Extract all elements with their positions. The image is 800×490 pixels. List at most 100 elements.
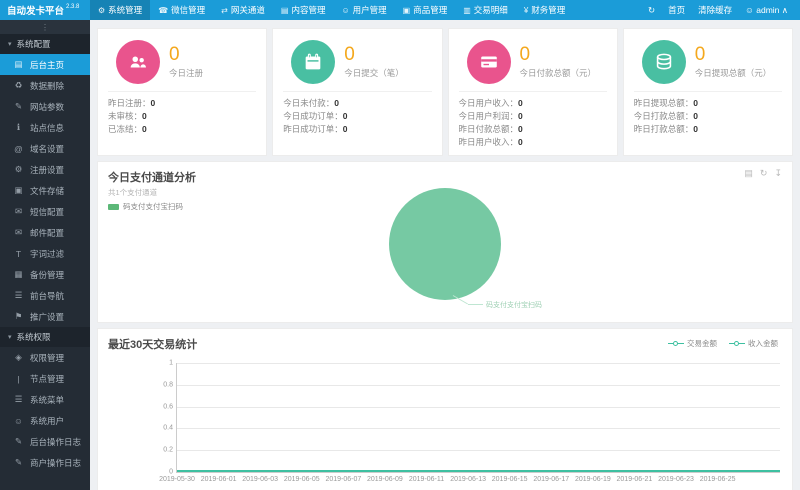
x-tick: 2019-06-17 [533, 476, 570, 483]
sidebar-item-system-menu[interactable]: ☰ 系统菜单 [0, 389, 90, 410]
sidebar-item-register-settings[interactable]: ⚙ 注册设置 [0, 159, 90, 180]
gridline [177, 450, 780, 452]
home-link[interactable]: 首页 [668, 4, 685, 16]
nav-label: 系统管理 [108, 5, 143, 15]
sidebar-item-label: 文件存储 [30, 185, 65, 196]
sidebar-item-promotion[interactable]: ⚑ 推广设置 [0, 306, 90, 327]
sidebar-item-dashboard[interactable]: ▤ 后台主页 [0, 54, 90, 75]
sidebar-section-system-permission[interactable]: ▾ 系统权限 [0, 327, 90, 347]
sidebar-item-sms-config[interactable]: ✉ 短信配置 [0, 201, 90, 222]
gridline [177, 428, 780, 430]
sidebar-item-front-nav[interactable]: ☰ 前台导航 [0, 285, 90, 306]
sidebar-collapse-toggle[interactable]: ⋮ [0, 20, 90, 34]
legend-label: 交易金额 [687, 339, 717, 348]
x-tick: 2019-06-01 [200, 476, 237, 483]
stat-label: 今日提现总额（元） [694, 68, 772, 78]
nav-label: 商品管理 [413, 5, 448, 15]
x-tick: 2019-06-23 [658, 476, 694, 483]
stat-row: 昨日用户收入：0 [458, 137, 523, 147]
calendar-icon [291, 40, 336, 84]
clear-cache-link[interactable]: 清除缓存 [698, 4, 732, 16]
stat-row: 昨日提现总额：0 [633, 98, 698, 108]
stat-row: 今日用户收入：0 [458, 98, 523, 108]
stat-value: 0 [519, 44, 531, 65]
refresh-icon[interactable]: ↻ [760, 168, 768, 179]
sidebar-item-site-params[interactable]: ✎ 网站参数 [0, 96, 90, 117]
nav-item-wechat[interactable]: ☎ 微信管理 [150, 0, 213, 20]
stat-row: 已冻结：0 [108, 124, 147, 134]
cart-icon: ▣ [402, 5, 411, 15]
gateway-icon: ⇄ [221, 5, 228, 15]
legend-item-income[interactable]: 收入金额 [729, 338, 778, 349]
line-chart-panel: 最近30天交易统计 交易金额 收入金额 1 0.8 0.6 0.4 0.2 0 [97, 328, 793, 490]
nav-label: 财务管理 [531, 5, 566, 15]
recycle-icon: ♻ [14, 80, 23, 90]
chevron-up-icon: ∧ [781, 4, 788, 15]
nav-label: 交易明细 [473, 5, 508, 15]
log-icon: ✎ [14, 436, 23, 446]
pie-slice-label: 码支付支付宝扫码 [486, 302, 542, 309]
nav-item-user[interactable]: ☺ 用户管理 [333, 0, 394, 20]
pie-panel-tools: ▤ ↻ ↧ [744, 168, 782, 179]
nav-item-trade[interactable]: ▥ 交易明细 [455, 0, 516, 20]
y-tick: 0.6 [163, 403, 173, 411]
sidebar-item-node[interactable]: | 节点管理 [0, 368, 90, 389]
stat-cards-row: 0 今日注册 昨日注册：0 未审核：0 已冻结：0 0 今日提交（笔） 今日未付… [90, 20, 800, 161]
sidebar-item-label: 邮件配置 [30, 227, 65, 238]
pie-slice[interactable] [389, 188, 501, 300]
sidebar-item-label: 系统用户 [30, 415, 65, 426]
sidebar-item-label: 网站参数 [30, 101, 65, 112]
nav-item-gateway[interactable]: ⇄ 网关通道 [213, 0, 273, 20]
nav-item-system[interactable]: ⚙ 系统管理 [90, 0, 151, 20]
brand[interactable]: 自动发卡平台 2.3.8 [0, 0, 90, 20]
flag-icon: ⚑ [14, 311, 23, 321]
y-tick: 0.4 [163, 424, 173, 432]
sidebar-item-file-storage[interactable]: ▣ 文件存储 [0, 180, 90, 201]
nav-item-finance[interactable]: ¥ 财务管理 [516, 0, 573, 20]
sidebar-item-site-info[interactable]: ℹ 站点信息 [0, 117, 90, 138]
top-navbar: 自动发卡平台 2.3.8 ⚙ 系统管理 ☎ 微信管理 ⇄ 网关通道 ▤ 内容管理… [0, 0, 800, 20]
x-tick: 2019-06-15 [491, 476, 528, 483]
line-chart-plot: 1 0.8 0.6 0.4 0.2 0 2019-05-30 2019-06-0… [159, 360, 780, 483]
stat-row: 昨日注册：0 [108, 98, 156, 108]
sidebar: ⋮ ▾ 系统配置 ▤ 后台主页 ♻ 数据删除 ✎ 网站参数 ℹ 站点信息 @ 域… [0, 20, 90, 490]
refresh-icon[interactable]: ↻ [648, 5, 655, 16]
brand-title: 自动发卡平台 [7, 6, 65, 17]
stat-row: 昨日成功订单：0 [283, 124, 348, 134]
gridline [177, 384, 780, 386]
stat-card-payment: 0 今日付款总额（元） 今日用户收入：0 今日用户利润：0 昨日付款总额：0 昨… [447, 28, 618, 156]
stat-row: 今日打款总额：0 [633, 111, 698, 121]
server-icon: ▦ [14, 269, 23, 279]
y-tick: 0.8 [163, 381, 173, 389]
avatar-icon: ☺ [745, 4, 754, 15]
sidebar-section-system-config[interactable]: ▾ 系统配置 [0, 34, 90, 54]
users-icon [116, 40, 160, 84]
nav-label: 内容管理 [291, 5, 326, 15]
nav-item-content[interactable]: ▤ 内容管理 [273, 0, 334, 20]
sidebar-item-domain-settings[interactable]: @ 域名设置 [0, 138, 90, 159]
sidebar-item-backup[interactable]: ▦ 备份管理 [0, 264, 90, 285]
nav-item-goods[interactable]: ▣ 商品管理 [395, 0, 456, 20]
stat-value: 0 [694, 44, 706, 65]
pie-chart-panel: 今日支付通道分析 共1个支付通道 码支付支付宝扫码 ▤ ↻ ↧ 码支付支付宝扫码 [97, 161, 793, 323]
stat-label: 今日提交（笔） [344, 68, 404, 78]
download-icon[interactable]: ↧ [774, 168, 782, 179]
stat-card-register: 0 今日注册 昨日注册：0 未审核：0 已冻结：0 [97, 28, 268, 156]
sidebar-item-label: 后台操作日志 [30, 436, 82, 447]
sidebar-item-word-filter[interactable]: T 字词过滤 [0, 243, 90, 264]
x-tick: 2019-06-13 [450, 476, 487, 483]
users-icon: ☺ [14, 415, 23, 426]
wechat-icon: ☎ [158, 5, 169, 15]
sidebar-item-permission[interactable]: ◈ 权限管理 [0, 347, 90, 368]
sidebar-item-data-delete[interactable]: ♻ 数据删除 [0, 75, 90, 96]
sidebar-item-label: 商户操作日志 [30, 457, 82, 468]
sidebar-item-admin-log[interactable]: ✎ 后台操作日志 [0, 431, 90, 452]
sidebar-item-merchant-log[interactable]: ✎ 商户操作日志 [0, 452, 90, 473]
sidebar-item-system-users[interactable]: ☺ 系统用户 [0, 410, 90, 431]
user-menu[interactable]: ☺ admin ∧ [745, 5, 788, 16]
nav-menu: ⚙ 系统管理 ☎ 微信管理 ⇄ 网关通道 ▤ 内容管理 ☺ 用户管理 ▣ 商品管… [90, 0, 573, 20]
legend-item-trade[interactable]: 交易金额 [668, 338, 717, 349]
data-view-icon[interactable]: ▤ [744, 168, 753, 179]
stat-row: 昨日打款总额：0 [633, 124, 698, 134]
sidebar-item-mail-config[interactable]: ✉ 邮件配置 [0, 222, 90, 243]
